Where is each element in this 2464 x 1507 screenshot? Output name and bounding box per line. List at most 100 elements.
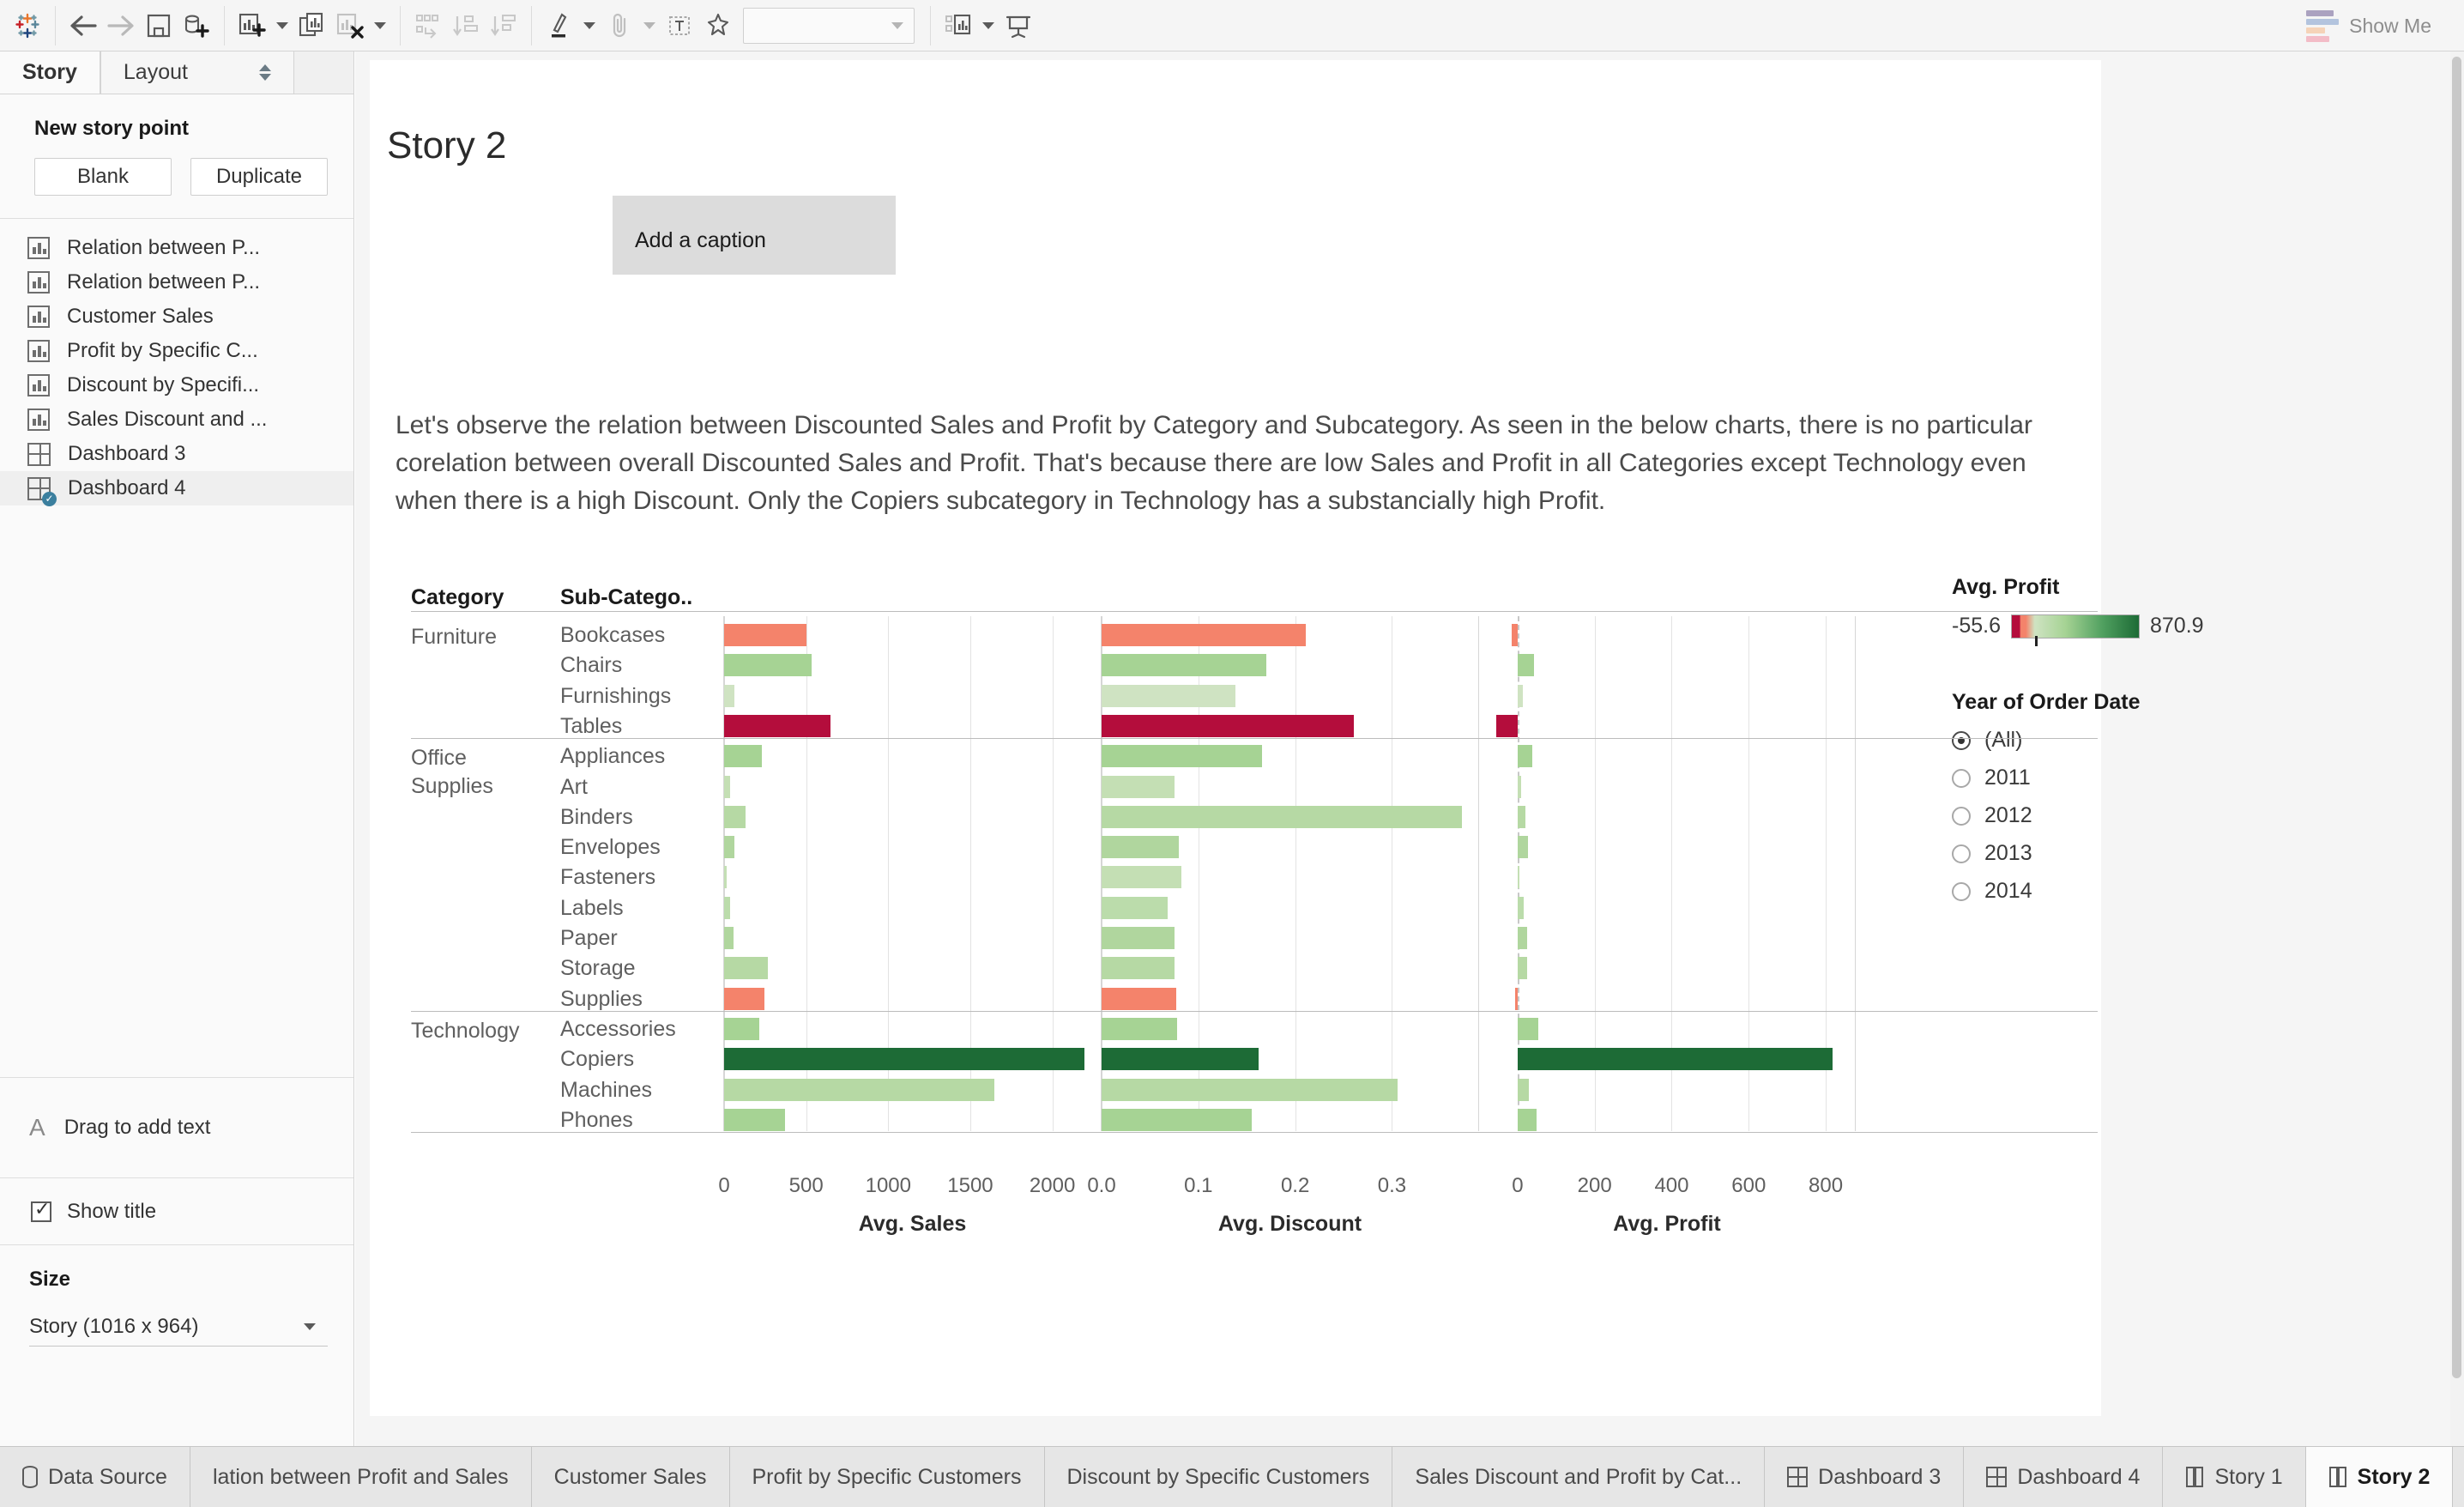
tableau-logo[interactable] [9, 7, 46, 45]
bar-avg_sales[interactable] [724, 654, 812, 676]
bar-avg_sales[interactable] [724, 1018, 759, 1040]
bar-avg_profit[interactable] [1518, 1079, 1529, 1101]
bottom-tab[interactable]: lation between Profit and Sales [190, 1447, 532, 1507]
legend-color-ramp[interactable] [2011, 614, 2140, 639]
radio-button[interactable] [1952, 882, 1971, 901]
bottom-tab[interactable]: Story 1 [2163, 1447, 2305, 1507]
text-box-icon[interactable] [661, 7, 698, 45]
bar-avg_sales[interactable] [724, 1109, 785, 1131]
bar-avg_profit[interactable] [1518, 776, 1521, 798]
filter-option-2014[interactable]: 2014 [1952, 879, 2261, 904]
bar-avg_sales[interactable] [724, 806, 746, 828]
bar-avg_profit[interactable] [1518, 806, 1525, 828]
bottom-tab[interactable]: Discount by Specific Customers [1045, 1447, 1393, 1507]
bar-avg_sales[interactable] [724, 927, 734, 949]
bar-avg_profit[interactable] [1496, 715, 1518, 737]
bar-avg_discount[interactable] [1102, 806, 1462, 828]
clear-sheet-dropdown-icon[interactable] [369, 7, 391, 45]
bar-avg_sales[interactable] [724, 836, 734, 858]
story-point-item[interactable]: Relation between P... [0, 231, 353, 265]
show-title-row[interactable]: Show title [0, 1178, 353, 1245]
show-me-button[interactable]: Show Me [2306, 0, 2445, 51]
forward-arrow-icon[interactable] [102, 7, 140, 45]
new-worksheet-icon-button[interactable] [2453, 1447, 2464, 1507]
bar-avg_discount[interactable] [1102, 836, 1179, 858]
attachment-icon[interactable] [601, 7, 638, 45]
bar-avg_profit[interactable] [1515, 988, 1518, 1010]
story-point-item[interactable]: Dashboard 3 [0, 437, 353, 471]
bottom-tab[interactable]: Data Source [0, 1447, 190, 1507]
bottom-tab[interactable]: Dashboard 3 [1765, 1447, 1964, 1507]
new-worksheet-icon[interactable] [233, 7, 271, 45]
sidebar-tab-layout[interactable]: Layout [100, 51, 294, 94]
bar-avg_discount[interactable] [1102, 624, 1306, 646]
duplicate-sheet-icon[interactable] [293, 7, 331, 45]
show-cards-icon[interactable] [939, 7, 977, 45]
pin-icon[interactable] [698, 7, 736, 45]
bar-avg_profit[interactable] [1518, 866, 1519, 888]
bottom-tab[interactable]: Sales Discount and Profit by Cat... [1392, 1447, 1765, 1507]
highlight-icon[interactable] [541, 7, 578, 45]
radio-button[interactable] [1952, 769, 1971, 788]
bar-avg_discount[interactable] [1102, 1079, 1398, 1101]
bar-avg_sales[interactable] [724, 866, 727, 888]
bar-avg_sales[interactable] [724, 745, 762, 767]
bar-avg_profit[interactable] [1518, 1048, 1833, 1070]
blank-button[interactable]: Blank [34, 158, 172, 196]
bar-avg_profit[interactable] [1518, 685, 1523, 707]
bottom-tab[interactable]: Profit by Specific Customers [730, 1447, 1045, 1507]
story-point-item[interactable]: Sales Discount and ... [0, 402, 353, 437]
vertical-scrollbar-thumb[interactable] [2452, 57, 2461, 1378]
bar-avg_discount[interactable] [1102, 715, 1354, 737]
show-title-checkbox[interactable] [31, 1201, 51, 1222]
bar-avg_discount[interactable] [1102, 776, 1175, 798]
duplicate-button[interactable]: Duplicate [190, 158, 328, 196]
bar-avg_discount[interactable] [1102, 897, 1168, 919]
radio-button[interactable] [1952, 731, 1971, 750]
bar-avg_profit[interactable] [1518, 836, 1528, 858]
bar-avg_sales[interactable] [724, 1048, 1084, 1070]
bar-avg_sales[interactable] [724, 776, 730, 798]
vertical-scrollbar[interactable] [2450, 51, 2464, 1446]
bar-avg_sales[interactable] [724, 1079, 994, 1101]
new-data-source-icon[interactable] [178, 7, 215, 45]
save-icon[interactable] [140, 7, 178, 45]
bar-avg_sales[interactable] [724, 715, 830, 737]
swap-rows-columns-icon[interactable] [409, 7, 447, 45]
clear-sheet-icon[interactable] [331, 7, 369, 45]
filter-option-all[interactable]: (All) [1952, 728, 2261, 753]
bar-avg_sales[interactable] [724, 897, 730, 919]
bar-avg_profit[interactable] [1518, 654, 1534, 676]
story-point-item[interactable]: ✓Dashboard 4 [0, 471, 353, 505]
bar-avg_sales[interactable] [724, 957, 768, 979]
story-point-item[interactable]: Relation between P... [0, 265, 353, 300]
bar-avg_discount[interactable] [1102, 1048, 1259, 1070]
fit-combobox[interactable] [743, 8, 915, 44]
bar-avg_sales[interactable] [724, 685, 734, 707]
size-select[interactable]: Story (1016 x 964) [29, 1307, 328, 1347]
radio-button[interactable] [1952, 844, 1971, 863]
filter-option-2011[interactable]: 2011 [1952, 766, 2261, 790]
new-worksheet-dropdown-icon[interactable] [271, 7, 293, 45]
sort-ascending-icon[interactable] [447, 7, 485, 45]
filter-option-2012[interactable]: 2012 [1952, 803, 2261, 828]
bar-avg_discount[interactable] [1102, 654, 1266, 676]
bar-avg_profit[interactable] [1512, 624, 1518, 646]
story-point-item[interactable]: Discount by Specifi... [0, 368, 353, 402]
story-point-item[interactable]: Customer Sales [0, 300, 353, 334]
bar-avg_sales[interactable] [724, 624, 806, 646]
bar-avg_profit[interactable] [1518, 745, 1532, 767]
drag-to-add-text-row[interactable]: A Drag to add text [0, 1077, 353, 1178]
bar-avg_profit[interactable] [1518, 927, 1527, 949]
filter-option-2013[interactable]: 2013 [1952, 841, 2261, 866]
show-cards-dropdown-icon[interactable] [977, 7, 999, 45]
bottom-tab[interactable]: Dashboard 4 [1964, 1447, 2163, 1507]
bar-avg_profit[interactable] [1518, 957, 1527, 979]
bar-avg_profit[interactable] [1518, 1018, 1538, 1040]
story-point-item[interactable]: Profit by Specific C... [0, 334, 353, 368]
sidebar-tab-story[interactable]: Story [0, 51, 100, 94]
story-caption-box[interactable]: Add a caption [613, 196, 896, 275]
bottom-tab[interactable]: Customer Sales [532, 1447, 730, 1507]
bar-avg_sales[interactable] [724, 988, 764, 1010]
bar-avg_discount[interactable] [1102, 1018, 1177, 1040]
